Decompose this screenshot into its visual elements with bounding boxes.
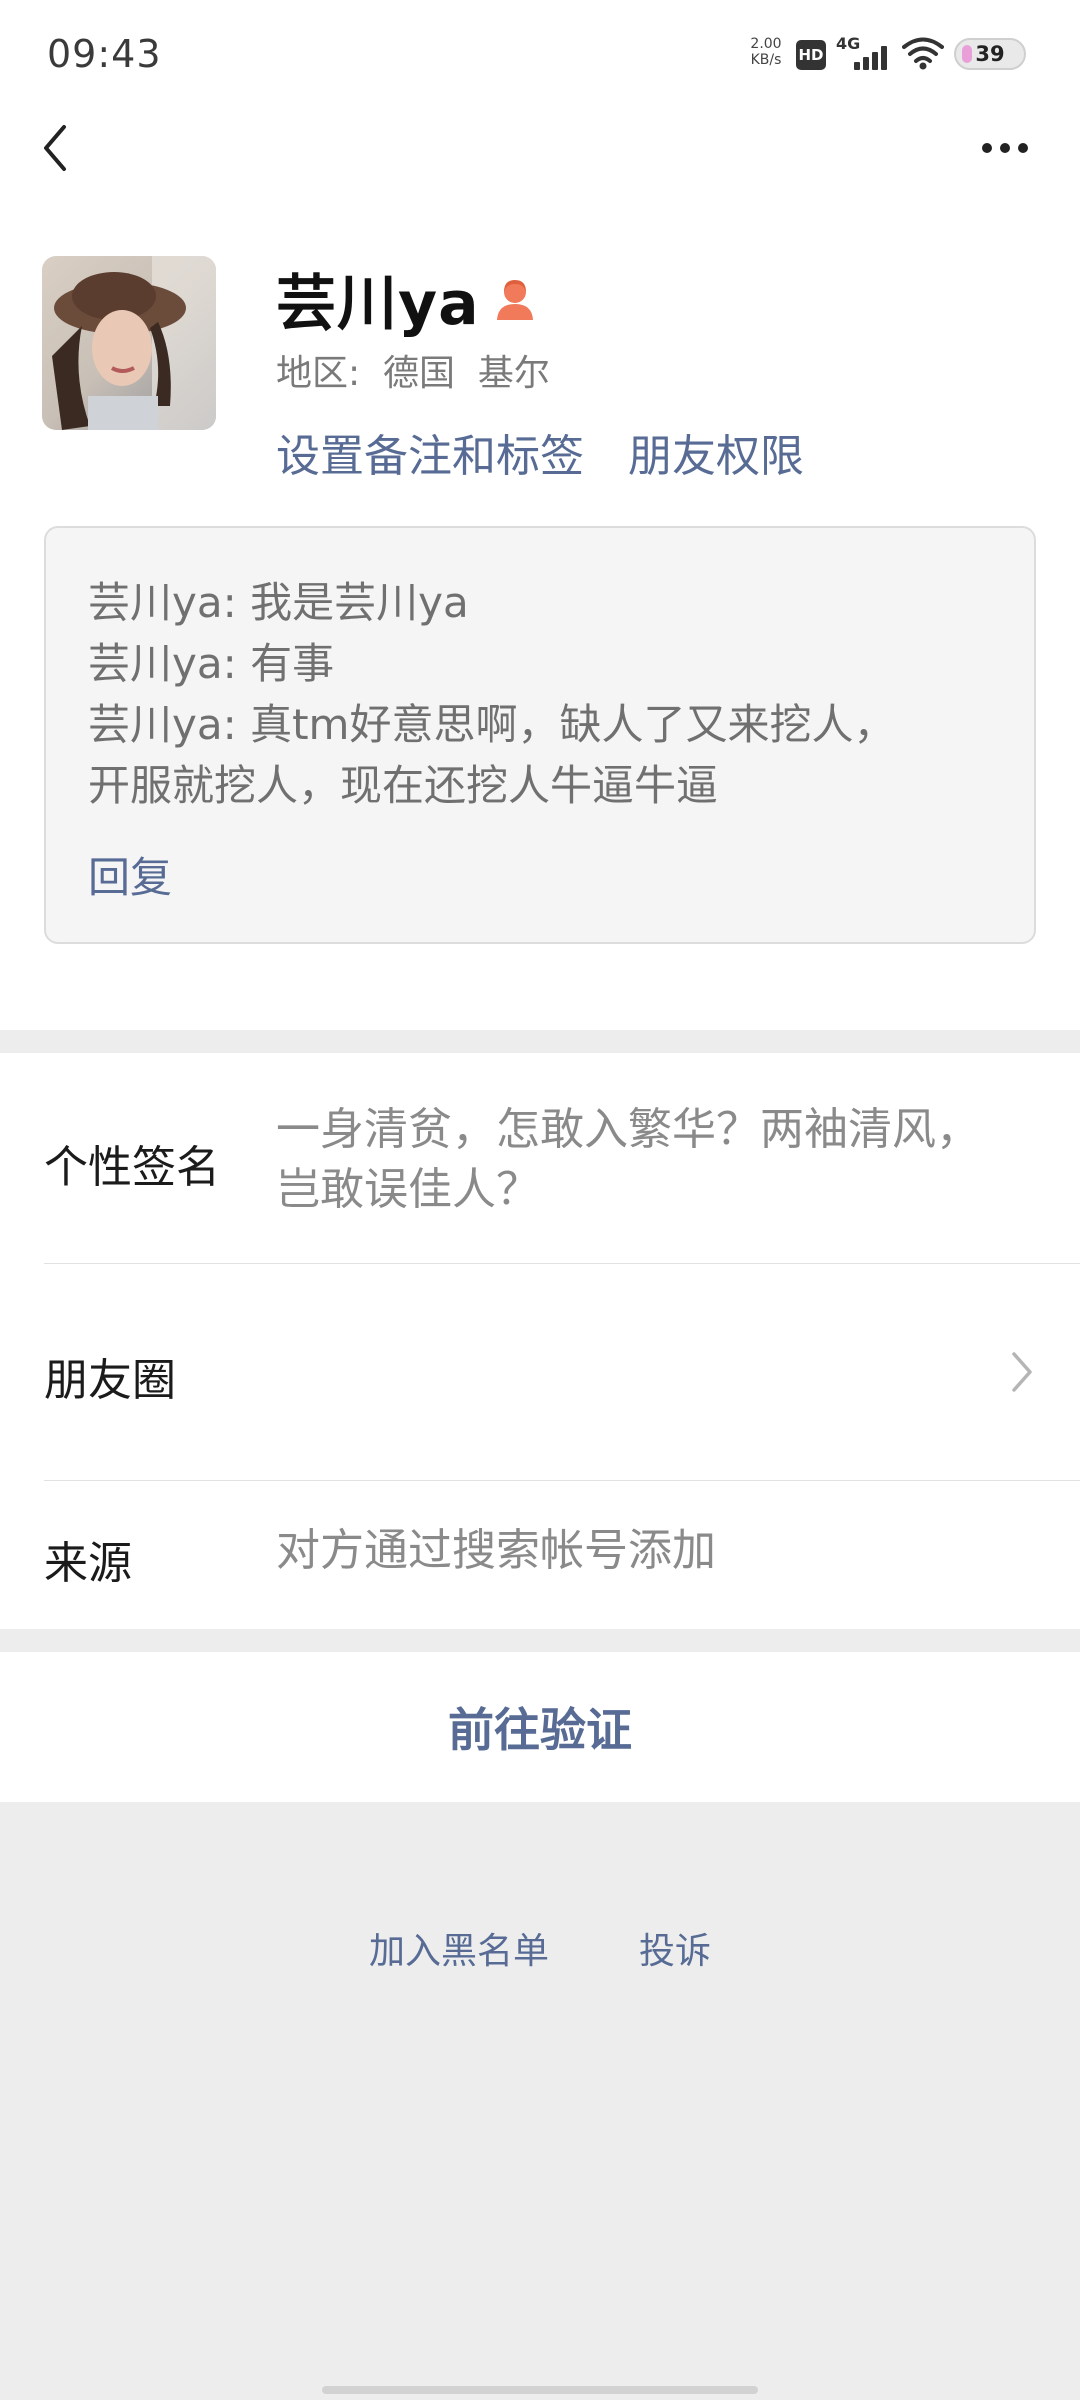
avatar[interactable] bbox=[42, 256, 216, 430]
set-remark-tags-link[interactable]: 设置备注和标签 bbox=[276, 420, 584, 484]
signature-row: 个性签名 一身清贫，怎敢入繁华？两袖清风， 岂敢误佳人？ bbox=[0, 1053, 1080, 1263]
status-bar: 09:43 2.00 KB/s HD 4G 39 bbox=[0, 0, 1080, 110]
report-link[interactable]: 投诉 bbox=[639, 1922, 711, 1974]
network-speed: 2.00 KB/s bbox=[744, 36, 788, 68]
network-speed-value: 2.00 bbox=[750, 36, 782, 52]
moments-label: 朋友圈 bbox=[44, 1355, 176, 1406]
avatar-photo bbox=[42, 256, 216, 430]
signature-line: 一身清贫，怎敢入繁华？两袖清风， bbox=[276, 1104, 980, 1155]
battery-level: 39 bbox=[975, 42, 1005, 66]
female-icon bbox=[496, 280, 533, 320]
nickname-row: 芸川ya bbox=[276, 258, 536, 339]
nickname: 芸川ya bbox=[276, 268, 480, 339]
more-dot-icon bbox=[982, 143, 992, 153]
back-arrow-icon bbox=[44, 125, 66, 171]
signal-icon: 4G bbox=[836, 34, 892, 74]
source-label: 来源 bbox=[44, 1538, 132, 1589]
signal-bars-icon bbox=[850, 44, 890, 70]
profile-header-section: 09:43 2.00 KB/s HD 4G 39 芸川ya 地区: 德国 基尔 … bbox=[0, 0, 1080, 1030]
more-options-button[interactable] bbox=[970, 128, 1040, 168]
friend-permissions-link[interactable]: 朋友权限 bbox=[628, 420, 804, 484]
signature-value: 一身清贫，怎敢入繁华？两袖清风， 岂敢误佳人？ bbox=[276, 1100, 980, 1220]
signature-line: 岂敢误佳人？ bbox=[276, 1164, 540, 1215]
more-dot-icon bbox=[1000, 143, 1010, 153]
reply-link[interactable]: 回复 bbox=[88, 844, 172, 905]
wifi-icon bbox=[902, 37, 944, 70]
greeting-message: 芸川ya: 有事 bbox=[88, 639, 335, 688]
contact-info-section: 个性签名 一身清贫，怎敢入繁华？两袖清风， 岂敢误佳人？ 朋友圈 来源 对方通过… bbox=[0, 1053, 1080, 1629]
greeting-message: 开服就挖人，现在还挖人牛逼牛逼 bbox=[88, 761, 719, 810]
bottom-links: 加入黑名单 投诉 bbox=[0, 1922, 1080, 1974]
home-indicator[interactable] bbox=[322, 2386, 758, 2394]
verify-label: 前往验证 bbox=[448, 1703, 632, 1757]
moments-row[interactable]: 朋友圈 bbox=[0, 1264, 1080, 1480]
greeting-message: 芸川ya: 我是芸川ya bbox=[88, 578, 469, 627]
greeting-messages-box: 芸川ya: 我是芸川ya 芸川ya: 有事 芸川ya: 真tm好意思啊，缺人了又… bbox=[44, 526, 1036, 944]
status-time: 09:43 bbox=[47, 32, 162, 76]
back-button[interactable] bbox=[30, 118, 80, 178]
hd-icon: HD bbox=[796, 40, 826, 70]
source-row: 来源 对方通过搜索帐号添加 bbox=[0, 1481, 1080, 1629]
signature-label: 个性签名 bbox=[44, 1142, 220, 1193]
status-indicators: 2.00 KB/s HD 4G 39 bbox=[744, 34, 1028, 74]
verify-button[interactable]: 前往验证 bbox=[0, 1652, 1080, 1802]
battery-icon: 39 bbox=[954, 38, 1026, 70]
region-text: 地区: 德国 基尔 bbox=[276, 353, 550, 394]
chevron-right-icon bbox=[1012, 1352, 1032, 1392]
profile-links: 设置备注和标签 朋友权限 bbox=[276, 420, 804, 484]
network-speed-unit: KB/s bbox=[750, 52, 782, 68]
add-to-blacklist-link[interactable]: 加入黑名单 bbox=[369, 1922, 549, 1974]
contact-profile-page: 09:43 2.00 KB/s HD 4G 39 芸川ya 地区: 德国 基尔 … bbox=[0, 0, 1080, 2400]
source-value: 对方通过搜索帐号添加 bbox=[276, 1525, 716, 1576]
more-dot-icon bbox=[1018, 143, 1028, 153]
greeting-message: 芸川ya: 真tm好意思啊，缺人了又来挖人， bbox=[88, 700, 896, 749]
